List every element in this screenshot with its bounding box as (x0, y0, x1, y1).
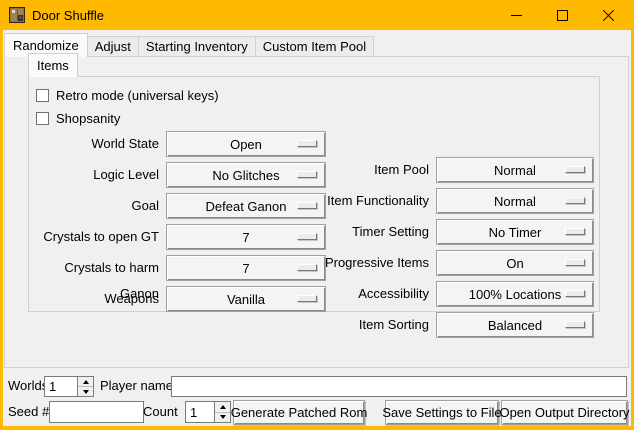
minimize-button[interactable] (493, 0, 539, 30)
count-spin-arrows (214, 402, 230, 422)
window-title: Door Shuffle (32, 8, 104, 23)
tab-adjust[interactable]: Adjust (87, 36, 139, 56)
count-label: Count (143, 401, 178, 423)
dropdown-indicator-icon (565, 321, 585, 328)
crystals-gt-value: 7 (242, 230, 249, 245)
crystals-gt-dropdown[interactable]: 7 (166, 224, 326, 250)
save-settings-button[interactable]: Save Settings to File (385, 400, 499, 425)
crystals-ganon-dropdown[interactable]: 7 (166, 255, 326, 281)
goal-value: Defeat Ganon (206, 199, 287, 214)
close-icon (602, 9, 615, 22)
item-sorting-dropdown[interactable]: Balanced (436, 312, 594, 338)
weapons-label: Weapons (29, 286, 159, 312)
dropdown-indicator-icon (297, 233, 317, 240)
seed-input[interactable] (49, 401, 144, 423)
tab-items[interactable]: Items (28, 53, 78, 77)
dropdown-indicator-icon (297, 140, 317, 147)
world-state-value: Open (230, 137, 262, 152)
logic-level-label: Logic Level (29, 162, 159, 188)
seed-label: Seed # (8, 401, 49, 423)
spin-down-button[interactable] (215, 412, 230, 423)
retro-mode-label: Retro mode (universal keys) (56, 88, 219, 103)
shopsanity-checkbox[interactable] (36, 112, 49, 125)
count-value: 1 (186, 402, 214, 422)
count-spinbox[interactable]: 1 (185, 401, 231, 423)
goal-dropdown[interactable]: Defeat Ganon (166, 193, 326, 219)
worlds-spinbox[interactable]: 1 (44, 376, 94, 397)
close-button[interactable] (585, 0, 631, 30)
window-controls (493, 0, 631, 30)
player-names-input[interactable] (171, 376, 627, 397)
spin-down-button[interactable] (78, 386, 93, 396)
shopsanity-label: Shopsanity (56, 111, 120, 126)
open-output-directory-button[interactable]: Open Output Directory (501, 400, 628, 425)
maximize-button[interactable] (539, 0, 585, 30)
worlds-label: Worlds (8, 375, 48, 397)
world-state-dropdown[interactable]: Open (166, 131, 326, 157)
door-icon (9, 7, 25, 23)
spin-up-icon (220, 405, 226, 409)
app-window: Door Shuffle Randomize Adjust Starting I… (0, 0, 634, 430)
item-sorting-value: Balanced (488, 318, 542, 333)
dropdown-indicator-icon (297, 202, 317, 209)
title-bar[interactable]: Door Shuffle (0, 0, 634, 30)
maximize-icon (557, 10, 568, 21)
minimize-icon (511, 15, 522, 16)
generate-patched-rom-button[interactable]: Generate Patched Rom (233, 400, 365, 425)
items-tab-pane: Retro mode (universal keys) Shopsanity W… (28, 76, 600, 312)
shopsanity-checkbox-row: Shopsanity (36, 111, 120, 125)
weapons-dropdown[interactable]: Vanilla (166, 286, 326, 312)
logic-level-value: No Glitches (212, 168, 279, 183)
spin-down-icon (220, 415, 226, 419)
player-names-label: Player names (100, 375, 179, 397)
dropdown-indicator-icon (297, 295, 317, 302)
spin-up-icon (83, 380, 89, 384)
dropdown-indicator-icon (297, 264, 317, 271)
tab-custom-item-pool[interactable]: Custom Item Pool (255, 36, 374, 56)
dropdown-indicator-icon (297, 171, 317, 178)
spin-up-button[interactable] (215, 402, 230, 412)
retro-mode-checkbox[interactable] (36, 89, 49, 102)
retro-mode-checkbox-row: Retro mode (universal keys) (36, 88, 219, 102)
spin-up-button[interactable] (78, 377, 93, 386)
crystals-gt-label: Crystals to open GT (29, 224, 159, 250)
worlds-spin-arrows (77, 377, 93, 396)
client-area: Randomize Adjust Starting Inventory Cust… (3, 30, 631, 426)
world-state-label: World State (29, 131, 159, 157)
weapons-value: Vanilla (227, 292, 265, 307)
crystals-ganon-value: 7 (242, 261, 249, 276)
worlds-value: 1 (45, 377, 77, 396)
item-sorting-label: Item Sorting (281, 312, 429, 338)
spin-down-icon (83, 390, 89, 394)
tab-starting-inventory[interactable]: Starting Inventory (138, 36, 256, 56)
goal-label: Goal (29, 193, 159, 219)
logic-level-dropdown[interactable]: No Glitches (166, 162, 326, 188)
